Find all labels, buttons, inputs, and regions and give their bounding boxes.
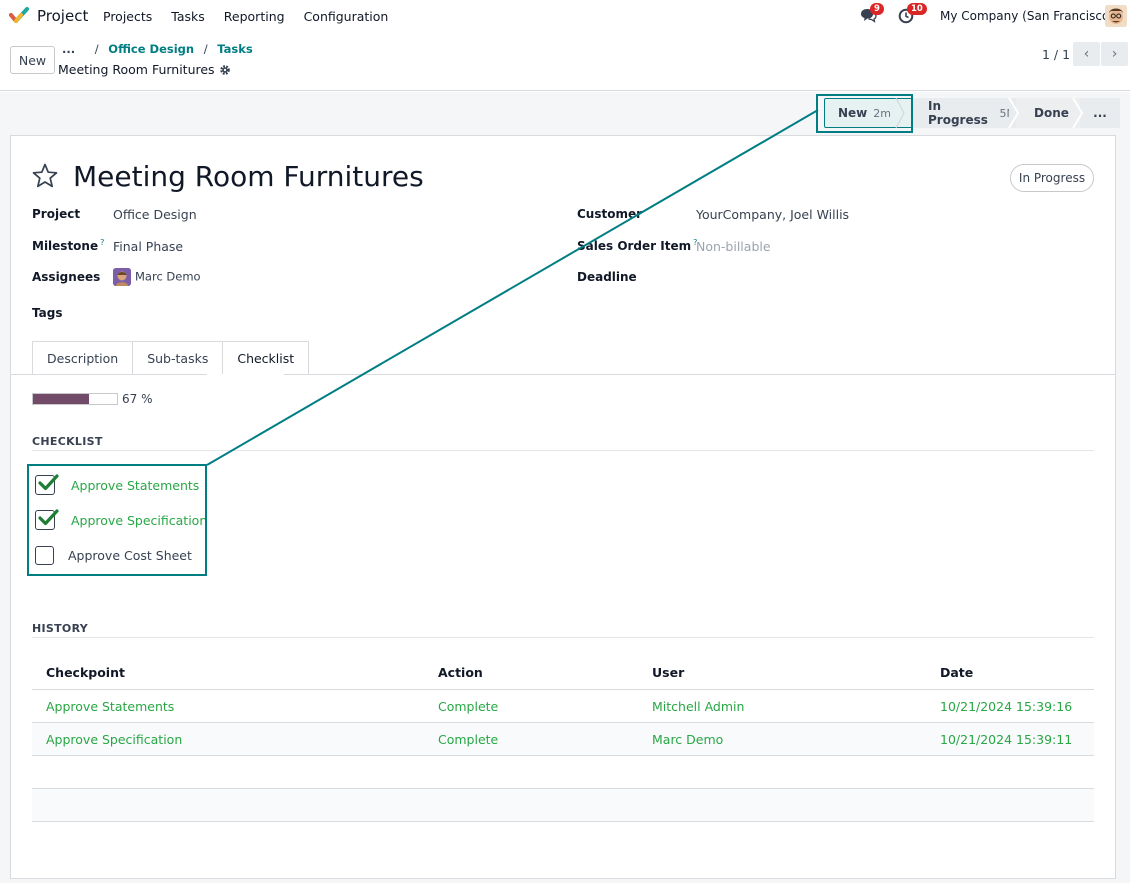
milestone-label-text: Milestone	[32, 239, 99, 253]
project-app-logo-icon[interactable]	[9, 6, 29, 26]
stage-highlight-frame	[816, 94, 913, 133]
cell-date: 10/21/2024 15:39:16	[940, 698, 1073, 714]
column-checkpoint[interactable]: Checkpoint	[32, 665, 438, 680]
breadcrumb-more[interactable]: ...	[62, 42, 75, 56]
assignee-name: Marc Demo	[135, 269, 201, 284]
activities-button[interactable]: 10	[898, 3, 927, 24]
chevron-left-icon: ‹	[1083, 46, 1090, 62]
menu-reporting[interactable]: Reporting	[224, 9, 285, 24]
cell-checkpoint: Approve Statements	[46, 698, 175, 714]
sales-order-label: Sales Order Item?	[577, 238, 697, 253]
checklist-progress-bar	[32, 393, 118, 405]
chevron-right-icon: ›	[1111, 46, 1118, 62]
breadcrumb-current: Meeting Room Furnitures	[58, 62, 231, 77]
cell-checkpoint: Approve Specification	[46, 731, 183, 747]
main-menu: Projects Tasks Reporting Configuration	[103, 9, 388, 24]
top-navbar: Project Projects Tasks Reporting Configu…	[0, 0, 1130, 33]
checklist-progress-label: 67 %	[122, 392, 153, 406]
task-title[interactable]: Meeting Room Furnitures	[73, 160, 424, 193]
company-switcher[interactable]: My Company (San Francisco)	[940, 9, 1114, 23]
cell-action: Complete	[438, 698, 499, 714]
stage-divider-icon	[1072, 98, 1084, 128]
star-icon[interactable]	[31, 162, 59, 190]
customer-field[interactable]: YourCompany, Joel Willis	[696, 207, 849, 222]
messages-badge: 9	[870, 3, 884, 15]
tab-checklist[interactable]: Checklist	[222, 341, 310, 375]
help-icon[interactable]: ?	[100, 238, 104, 247]
pager-previous-button[interactable]: ‹	[1073, 42, 1100, 66]
assignee-avatar-icon	[113, 268, 131, 286]
new-button[interactable]: New	[10, 46, 55, 74]
breadcrumb-tasks[interactable]: Tasks	[217, 42, 252, 56]
tab-description[interactable]: Description	[32, 341, 134, 375]
deadline-label: Deadline	[577, 270, 637, 284]
checklist-heading-divider	[32, 450, 1094, 451]
stage-in-progress[interactable]: In Progress 5M	[912, 98, 1016, 128]
column-date[interactable]: Date	[940, 665, 1094, 680]
milestone-field[interactable]: Final Phase	[113, 239, 183, 254]
stage-more-button[interactable]: ...	[1080, 98, 1120, 128]
stage-done[interactable]: Done	[1016, 98, 1080, 128]
menu-configuration[interactable]: Configuration	[304, 9, 389, 24]
table-row[interactable]: Approve Specification Complete Marc Demo…	[32, 723, 1094, 756]
checklist-highlight-frame	[27, 464, 207, 576]
pager-next-button[interactable]: ›	[1101, 42, 1128, 66]
column-action[interactable]: Action	[438, 665, 652, 680]
app-name[interactable]: Project	[37, 7, 88, 25]
user-avatar[interactable]	[1105, 5, 1127, 27]
task-state-button[interactable]: In Progress	[1010, 164, 1094, 192]
checklist-heading: CHECKLIST	[32, 435, 103, 448]
history-table: Checkpoint Action User Date Approve Stat…	[32, 656, 1094, 822]
active-tab-indicator	[207, 374, 284, 375]
history-heading-divider	[32, 637, 1094, 638]
control-panel: New ... / Office Design / Tasks Meeting …	[0, 33, 1130, 91]
sales-order-field[interactable]: Non-billable	[696, 239, 771, 254]
messages-button[interactable]: 9	[860, 3, 884, 24]
cell-date: 10/21/2024 15:39:11	[940, 731, 1073, 747]
customer-label: Customer	[577, 207, 643, 221]
assignees-label: Assignees	[32, 270, 101, 284]
cell-user: Marc Demo	[652, 731, 724, 747]
breadcrumb-office-design[interactable]: Office Design	[108, 42, 194, 56]
table-row-empty	[32, 756, 1094, 789]
tabs-divider	[11, 374, 1115, 375]
cell-user: Mitchell Admin	[652, 698, 745, 714]
column-user[interactable]: User	[652, 665, 940, 680]
cell-action: Complete	[438, 731, 499, 747]
user-avatar-icon	[1105, 5, 1127, 27]
menu-projects[interactable]: Projects	[103, 9, 152, 24]
gear-icon[interactable]	[219, 64, 231, 76]
tab-sub-tasks[interactable]: Sub-tasks	[132, 341, 224, 375]
activities-badge: 10	[907, 3, 927, 15]
assignees-field[interactable]: Marc Demo	[113, 268, 201, 286]
sales-order-label-text: Sales Order Item	[577, 239, 692, 253]
pager-value[interactable]: 1 / 1	[1042, 47, 1070, 62]
stage-done-label: Done	[1034, 106, 1069, 120]
stage-in-progress-label: In Progress	[928, 99, 988, 127]
table-row[interactable]: Approve Statements Complete Mitchell Adm…	[32, 690, 1094, 723]
history-table-header: Checkpoint Action User Date	[32, 656, 1094, 690]
history-heading: HISTORY	[32, 622, 89, 635]
stage-more-label: ...	[1093, 106, 1107, 120]
checklist-progress-fill	[33, 394, 90, 404]
notebook-tabs: Description Sub-tasks Checklist	[32, 341, 310, 375]
menu-tasks[interactable]: Tasks	[171, 9, 205, 24]
assignee-avatar	[113, 268, 131, 286]
table-row-empty	[32, 789, 1094, 822]
stage-divider-icon	[1008, 98, 1020, 128]
breadcrumb: ... / Office Design / Tasks	[62, 42, 253, 56]
project-field[interactable]: Office Design	[113, 207, 197, 222]
milestone-label: Milestone?	[32, 238, 104, 253]
current-record-name: Meeting Room Furnitures	[58, 62, 215, 77]
project-label: Project	[32, 207, 81, 221]
tags-label: Tags	[32, 306, 63, 320]
